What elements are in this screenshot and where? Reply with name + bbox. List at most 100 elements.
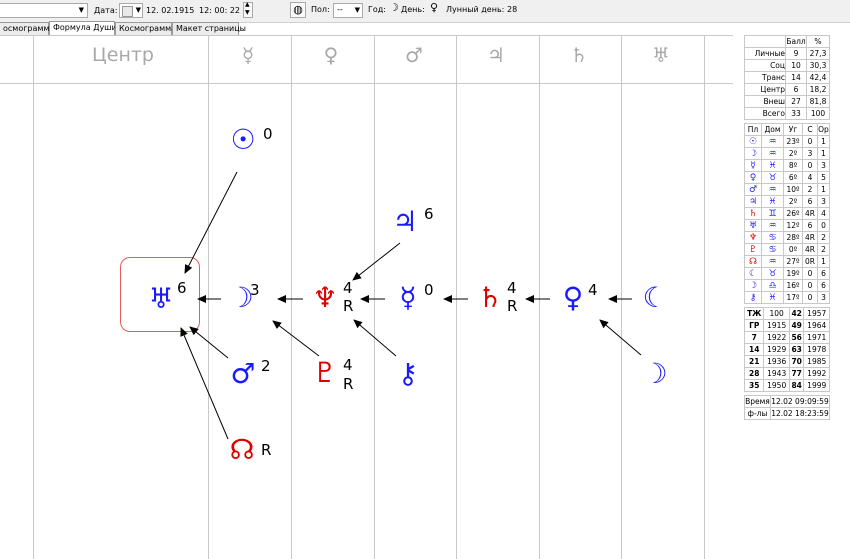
calendar-icon [122, 6, 133, 17]
planet-score: 4R [802, 231, 818, 244]
planet-score: 4R [802, 243, 818, 256]
stats-cell: Личные [744, 47, 786, 60]
planet-icon: ♆ [744, 231, 762, 244]
tab-bar: осмограмма Формула Души Космограмма Маке… [0, 21, 850, 35]
planet-score: 0 [802, 159, 818, 172]
year-moon-icon: ☽ [389, 1, 399, 14]
planet-score: 0 [802, 279, 818, 292]
time-spinner[interactable]: ▲ ▼ [243, 1, 253, 18]
spin-up-icon[interactable]: ▲ [245, 1, 250, 8]
planet-orbit: 0 [817, 219, 830, 232]
stats-cell: 10 [785, 59, 807, 72]
sign-icon: ♒ [761, 183, 784, 196]
planet-row: ♃ ♓ 2º 6 3 [744, 195, 830, 208]
stats-row: Центр 6 18,2 [744, 83, 830, 96]
north-node-icon: ☊ [229, 433, 255, 466]
sign-icon: ♒ [761, 135, 784, 148]
planet-row: ♇ ♋ 0º 4R 2 [744, 243, 830, 256]
planet-score: 4 [802, 171, 818, 184]
planet-degree: 19º [783, 267, 803, 280]
planet-icon: ☉ [744, 135, 762, 148]
tab-cosmogram-1[interactable]: осмограмма [0, 22, 54, 35]
years-row: 7 1922 56 1971 [743, 331, 830, 344]
planet-icon: ☊ [744, 255, 762, 268]
planet-score: 4R [802, 207, 818, 220]
planet-score: 6 [802, 219, 818, 232]
tab-page-layout[interactable]: Макет страницы [172, 22, 246, 35]
chiron-icon: ⚷ [397, 357, 419, 390]
planet-orbit: 3 [817, 291, 830, 304]
years-cell: 7 [743, 331, 765, 344]
planet-row: ♄ ♊ 26º 4R 4 [744, 207, 830, 220]
planet-row: ☽ ♒ 2º 3 1 [744, 147, 830, 160]
planet-row: ☊ ♒ 27º 0R 1 [744, 255, 830, 268]
planet-orbit: 1 [817, 183, 830, 196]
years-row: ТЖ 100 42 1957 [743, 307, 830, 320]
time-field[interactable]: 12: 00: 22 [199, 6, 240, 16]
sun-score: 0 [263, 125, 273, 143]
date-field[interactable]: 12. 02.1915 [146, 6, 194, 16]
planet-orbit: 3 [817, 195, 830, 208]
neptune-icon: ♆ [312, 281, 338, 314]
years-row: 35 1950 84 1999 [743, 379, 830, 392]
planet-degree: 16º [783, 279, 803, 292]
chevron-down-icon: ▼ [354, 6, 360, 14]
god-label: Год: [368, 5, 386, 14]
planet-orbit: 1 [817, 255, 830, 268]
planet-degree: 2º [783, 147, 803, 160]
stats-row: Внеш 27 81,8 [744, 95, 830, 108]
planet-row: ♂ ♒ 10º 2 1 [744, 183, 830, 196]
lunar-label: Лунный день: [446, 5, 505, 14]
years-row: 14 1929 63 1978 [743, 343, 830, 356]
time-value: 12.02 09:09:59 [769, 395, 831, 408]
tab-cosmogram-2[interactable]: Космограмма [115, 22, 176, 35]
uranus-score: 6 [177, 279, 187, 297]
years-cell: 28 [743, 367, 765, 380]
spin-down-icon[interactable]: ▼ [245, 9, 250, 16]
planet-icon: ⚷ [744, 291, 762, 304]
time-value: 12.02 18:23:59 [769, 407, 831, 420]
planet-row: ☉ ♒ 23º 0 1 [744, 135, 830, 148]
years-cell: 1985 [803, 355, 830, 368]
years-cell: 1936 [763, 355, 790, 368]
years-cell: 1978 [803, 343, 830, 356]
planet-score: 0 [802, 135, 818, 148]
planet-degree: 17º [783, 291, 803, 304]
pol-select[interactable]: -- ▼ [333, 3, 363, 18]
jupiter-icon: ♃ [392, 205, 418, 238]
planet-row: ☿ ♓ 8º 0 3 [744, 159, 830, 172]
arrows-layer [180, 171, 642, 440]
planet-degree: 28º [783, 231, 803, 244]
sun-icon: ☉ [230, 123, 256, 156]
chevron-down-icon: ▼ [135, 6, 141, 14]
planets-table: Пл Дом Уг С Ор ☉ ♒ 23º 0 1 ☽ ♒ 2º 3 1 ☿ ♓ 8º 0 3 ♀ ♉ 6º 4 5… [744, 123, 830, 304]
sign-icon: ♒ [761, 255, 784, 268]
stats-cell: 81,8 [806, 95, 830, 108]
stats-cell: Центр [744, 83, 786, 96]
planet-orbit: 6 [817, 267, 830, 280]
years-cell: 1943 [763, 367, 790, 380]
sign-icon: ♓ [761, 291, 784, 304]
top-left-combo[interactable]: ▼ [0, 3, 88, 18]
years-row: 28 1943 77 1992 [743, 367, 830, 380]
years-cell: 56 [788, 331, 805, 344]
planet-icon: ♂ [744, 183, 762, 196]
years-cell: 1950 [763, 379, 790, 392]
globe-button[interactable]: ◍ [290, 2, 306, 18]
planet-degree: 8º [783, 159, 803, 172]
saturn-icon: ♄ [477, 281, 503, 314]
planet-orbit: 3 [817, 159, 830, 172]
years-cell: 1999 [803, 379, 830, 392]
saturn-score: 4 [507, 279, 517, 297]
sign-icon: ♉ [761, 267, 784, 280]
stats-cell: 18,2 [806, 83, 830, 96]
planet-degree: 27º [783, 255, 803, 268]
venus-score: 4 [588, 281, 598, 299]
stats-cell: 9 [785, 47, 807, 60]
planet-orbit: 5 [817, 171, 830, 184]
stats-cell: 27,3 [806, 47, 830, 60]
calendar-button[interactable]: ▼ [119, 3, 143, 18]
den-label: День: [401, 5, 425, 14]
tab-soul-formula[interactable]: Формула Души [49, 21, 117, 35]
stats-row: Транс 14 42,4 [744, 71, 830, 84]
